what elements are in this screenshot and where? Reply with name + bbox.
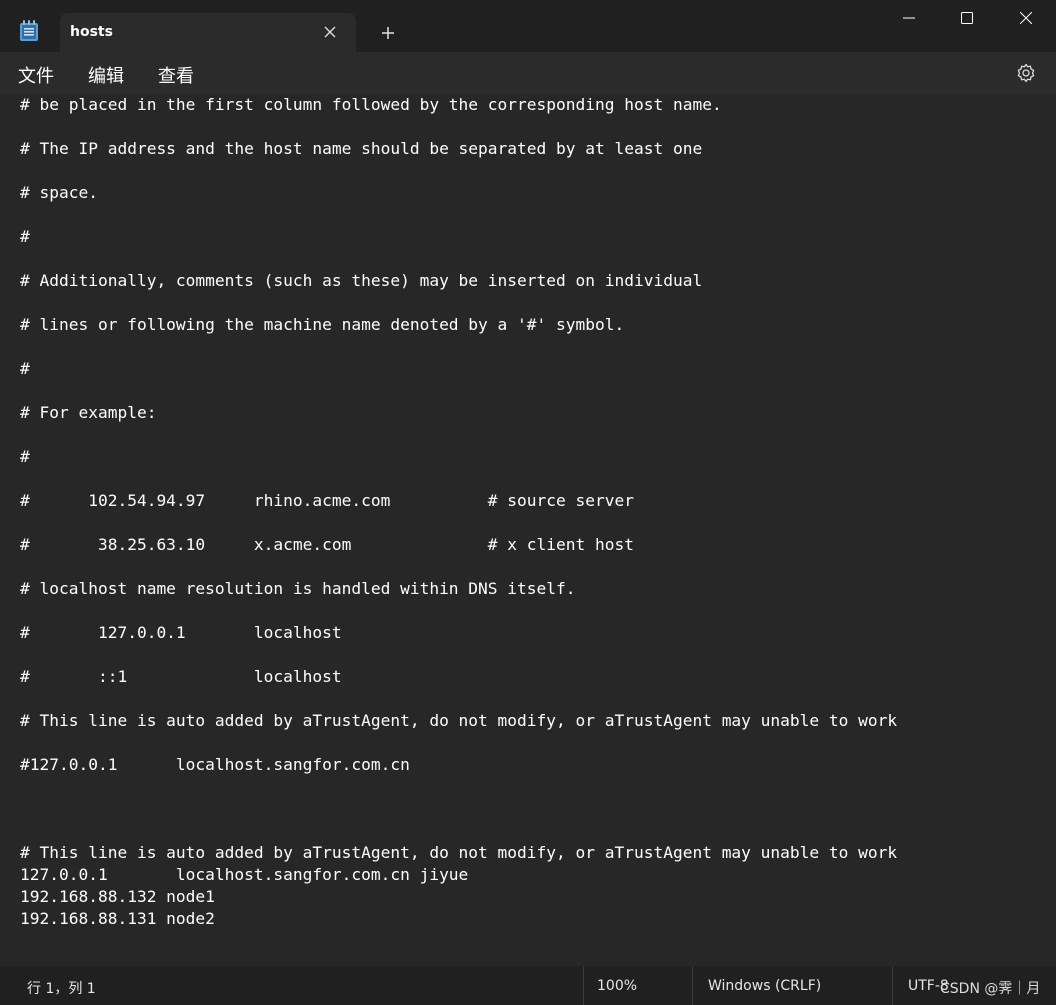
text-line[interactable]: #127.0.0.1 localhost.sangfor.com.cn bbox=[20, 754, 897, 776]
minimize-button[interactable] bbox=[880, 0, 938, 38]
menu-edit[interactable]: 编辑 bbox=[88, 62, 124, 88]
text-line[interactable] bbox=[20, 424, 897, 446]
text-line[interactable] bbox=[20, 776, 897, 798]
text-line[interactable] bbox=[20, 116, 897, 138]
menu-file[interactable]: 文件 bbox=[18, 62, 54, 88]
plus-icon bbox=[382, 27, 394, 39]
text-line[interactable] bbox=[20, 248, 897, 270]
zoom-level[interactable]: 100% bbox=[597, 978, 637, 994]
text-line[interactable]: # space. bbox=[20, 182, 897, 204]
maximize-button[interactable] bbox=[938, 0, 996, 38]
gear-icon[interactable] bbox=[1015, 62, 1037, 84]
text-line[interactable]: # be placed in the first column followed… bbox=[20, 94, 897, 116]
text-line[interactable] bbox=[20, 380, 897, 402]
tab-hosts[interactable]: hosts bbox=[60, 13, 356, 52]
menu-view[interactable]: 查看 bbox=[158, 62, 194, 88]
cursor-position: 行 1，列 1 bbox=[27, 981, 96, 997]
text-line[interactable] bbox=[20, 204, 897, 226]
text-line[interactable]: 192.168.88.131 node2 bbox=[20, 908, 897, 930]
text-line[interactable] bbox=[20, 798, 897, 820]
close-window-button[interactable] bbox=[997, 0, 1055, 38]
text-line[interactable]: 192.168.88.132 node1 bbox=[20, 886, 897, 908]
new-tab-button[interactable] bbox=[379, 24, 397, 42]
status-bar: 行 1，列 1 100% Windows (CRLF) UTF-8 CSDN @… bbox=[0, 966, 1056, 1005]
text-line[interactable] bbox=[20, 688, 897, 710]
text-line[interactable]: # 38.25.63.10 x.acme.com # x client host bbox=[20, 534, 897, 556]
text-line[interactable] bbox=[20, 468, 897, 490]
text-line[interactable]: # ::1 localhost bbox=[20, 666, 897, 688]
watermark: CSDN @霁｜月 bbox=[940, 981, 1041, 997]
text-line[interactable]: # lines or following the machine name de… bbox=[20, 314, 897, 336]
text-line[interactable]: # bbox=[20, 446, 897, 468]
text-line[interactable]: 127.0.0.1 localhost.sangfor.com.cn jiyue bbox=[20, 864, 897, 886]
title-bar: hosts bbox=[0, 0, 1056, 52]
text-line[interactable]: # bbox=[20, 226, 897, 248]
text-line[interactable]: # The IP address and the host name shoul… bbox=[20, 138, 897, 160]
text-line[interactable] bbox=[20, 600, 897, 622]
maximize-icon bbox=[961, 12, 973, 24]
menu-bar: 文件 编辑 查看 bbox=[0, 52, 1056, 94]
text-line[interactable] bbox=[20, 512, 897, 534]
status-divider bbox=[583, 966, 584, 1005]
status-divider bbox=[892, 966, 893, 1005]
text-line[interactable] bbox=[20, 292, 897, 314]
text-line[interactable]: # For example: bbox=[20, 402, 897, 424]
text-line[interactable] bbox=[20, 336, 897, 358]
text-line[interactable] bbox=[20, 732, 897, 754]
close-icon bbox=[1020, 12, 1032, 24]
text-line[interactable]: # 102.54.94.97 rhino.acme.com # source s… bbox=[20, 490, 897, 512]
text-editor[interactable]: # be placed in the first column followed… bbox=[0, 94, 1040, 966]
status-divider bbox=[692, 966, 693, 1005]
text-line[interactable] bbox=[20, 644, 897, 666]
editor-content[interactable]: # be placed in the first column followed… bbox=[20, 94, 897, 930]
text-line[interactable] bbox=[20, 820, 897, 842]
text-line[interactable]: # Additionally, comments (such as these)… bbox=[20, 270, 897, 292]
close-icon[interactable] bbox=[322, 24, 338, 40]
text-line[interactable] bbox=[20, 160, 897, 182]
text-line[interactable]: # localhost name resolution is handled w… bbox=[20, 578, 897, 600]
line-ending[interactable]: Windows (CRLF) bbox=[708, 978, 821, 994]
text-line[interactable] bbox=[20, 556, 897, 578]
minimize-icon bbox=[903, 17, 915, 19]
text-line[interactable]: # This line is auto added by aTrustAgent… bbox=[20, 842, 897, 864]
tab-title: hosts bbox=[70, 24, 113, 40]
notepad-icon bbox=[19, 20, 39, 42]
text-line[interactable]: # 127.0.0.1 localhost bbox=[20, 622, 897, 644]
text-line[interactable]: # bbox=[20, 358, 897, 380]
text-line[interactable]: # This line is auto added by aTrustAgent… bbox=[20, 710, 897, 732]
